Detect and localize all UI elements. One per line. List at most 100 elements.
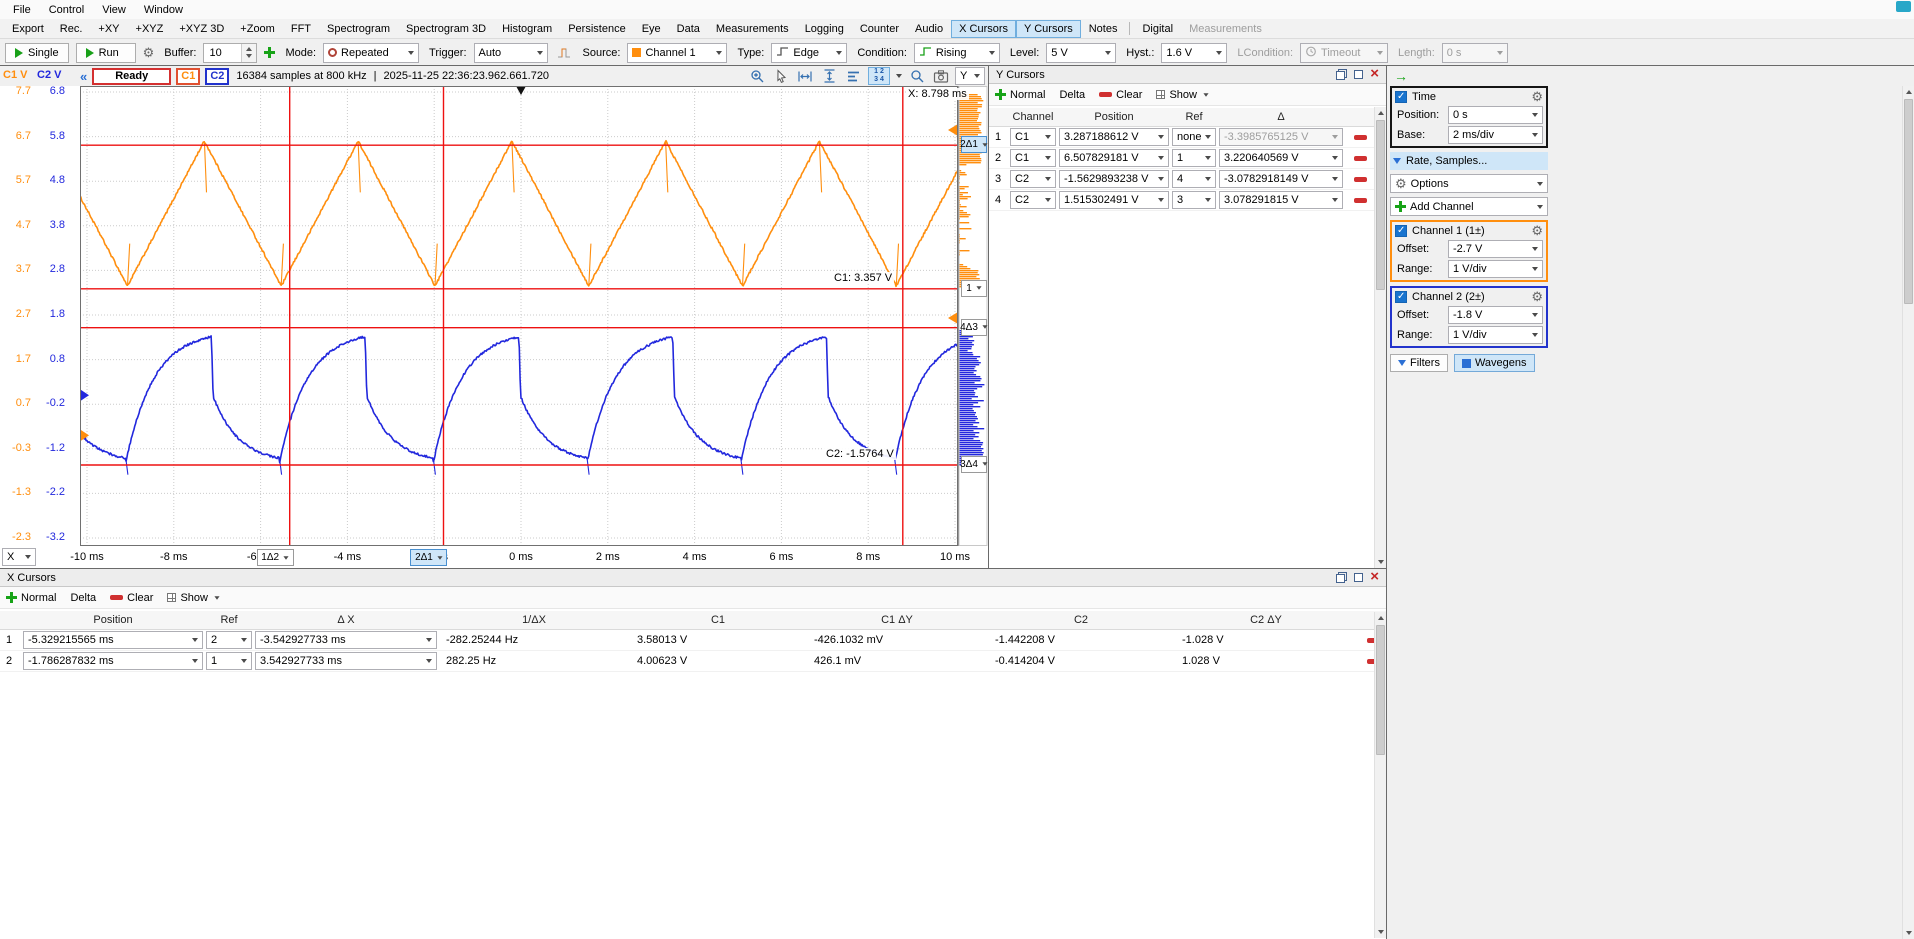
menu-control[interactable]: Control: [40, 2, 93, 18]
mode-select[interactable]: Repeated: [323, 43, 419, 63]
y-cursor-ref-select[interactable]: 1: [1172, 149, 1216, 167]
remove-cursor-button[interactable]: [1354, 156, 1367, 161]
add-normal-x-cursor-button[interactable]: Normal: [6, 592, 56, 604]
source-select[interactable]: Channel 1: [627, 43, 727, 63]
tab-histogram[interactable]: Histogram: [494, 20, 560, 38]
channel2-offset-select[interactable]: -1.8 V: [1448, 306, 1543, 324]
maximize-panel-icon[interactable]: [1354, 70, 1363, 79]
x-cursor-delta-select[interactable]: 3.542927733 ms: [255, 652, 437, 670]
x-cursor-position-select[interactable]: -5.329215565 ms: [23, 631, 203, 649]
view-menu-caret-icon[interactable]: [896, 74, 902, 78]
x-cursor-ref-select[interactable]: 1: [206, 652, 252, 670]
x-axis-select[interactable]: X: [2, 548, 36, 566]
type-select[interactable]: Edge: [771, 43, 847, 63]
tab-counter[interactable]: Counter: [852, 20, 907, 38]
tab-rec[interactable]: Rec.: [52, 20, 91, 38]
zoom-icon[interactable]: [908, 68, 926, 84]
add-instrument-icon[interactable]: [264, 47, 275, 58]
time-position-select[interactable]: 0 s: [1448, 106, 1543, 124]
single-button[interactable]: Single: [5, 43, 69, 63]
x-cursor-tag[interactable]: 1Δ2: [257, 549, 294, 566]
tab-export[interactable]: Export: [4, 20, 52, 38]
x-panel-scrollbar[interactable]: [1374, 612, 1386, 938]
add-normal-y-cursor-button[interactable]: Normal: [995, 89, 1045, 101]
tab-spectrogram[interactable]: Spectrogram: [319, 20, 398, 38]
trigger-select[interactable]: Auto: [474, 43, 548, 63]
y-cursor-position-select[interactable]: 1.515302491 V: [1059, 191, 1169, 209]
tab-measurements[interactable]: Measurements: [708, 20, 797, 38]
clear-y-cursors-button[interactable]: Clear: [1099, 89, 1142, 101]
tab-notes[interactable]: Notes: [1081, 20, 1126, 38]
y-cursor-channel-select[interactable]: C1: [1010, 149, 1056, 167]
time-gear-icon[interactable]: [1531, 90, 1543, 104]
zoom-in-icon[interactable]: [748, 68, 766, 84]
tab-xyz-3d[interactable]: +XYZ 3D: [171, 20, 232, 38]
wavegens-button[interactable]: Wavegens: [1454, 354, 1535, 372]
x-cursor-ref-select[interactable]: 2: [206, 631, 252, 649]
channel2-checkbox[interactable]: [1395, 291, 1407, 303]
forward-arrow-icon[interactable]: [1394, 68, 1408, 84]
tab-fft[interactable]: FFT: [283, 20, 319, 38]
time-base-select[interactable]: 2 ms/div: [1448, 126, 1543, 144]
undock-panel-icon[interactable]: [1336, 69, 1347, 80]
x-cursor-delta-select[interactable]: -3.542927733 ms: [255, 631, 437, 649]
remove-cursor-button[interactable]: [1354, 198, 1367, 203]
add-channel-select[interactable]: Add Channel: [1390, 197, 1548, 216]
channel2-badge[interactable]: C2: [205, 68, 229, 85]
y-panel-scrollbar[interactable]: [1374, 107, 1386, 568]
tab-y-cursors[interactable]: Y Cursors: [1016, 20, 1081, 38]
buffer-spinner[interactable]: 10: [203, 43, 257, 63]
maximize-panel-icon[interactable]: [1354, 573, 1363, 582]
options-select[interactable]: Options: [1390, 174, 1548, 193]
hysteresis-select[interactable]: 1.6 V: [1161, 43, 1227, 63]
pointer-icon[interactable]: [772, 68, 790, 84]
close-panel-icon[interactable]: [1370, 68, 1379, 81]
channel2-range-select[interactable]: 1 V/div: [1448, 326, 1543, 344]
buffer-gear-icon[interactable]: [143, 46, 155, 60]
channel1-range-select[interactable]: 1 V/div: [1448, 260, 1543, 278]
y-cursor-tag[interactable]: 4Δ3: [961, 319, 987, 336]
tab-digital[interactable]: Digital: [1134, 20, 1181, 38]
undock-panel-icon[interactable]: [1336, 572, 1347, 583]
spinner-arrows[interactable]: [241, 44, 256, 62]
add-delta-x-cursor-button[interactable]: Delta: [70, 592, 96, 604]
y-cursor-tag[interactable]: 2Δ1: [961, 136, 987, 153]
y-cursor-ref-select[interactable]: none: [1172, 128, 1216, 146]
fit-width-icon[interactable]: [796, 68, 814, 84]
remove-cursor-button[interactable]: [1354, 135, 1367, 140]
time-checkbox[interactable]: [1395, 91, 1407, 103]
tab-persistence[interactable]: Persistence: [560, 20, 633, 38]
fit-height-icon[interactable]: [820, 68, 838, 84]
y-cursor-delta-select[interactable]: -3.0782918149 V: [1219, 170, 1343, 188]
channel1-checkbox[interactable]: [1395, 225, 1407, 237]
add-delta-y-cursor-button[interactable]: Delta: [1059, 89, 1085, 101]
x-cursor-tag[interactable]: 2Δ1: [410, 549, 447, 566]
tab-x-cursors[interactable]: X Cursors: [951, 20, 1016, 38]
channel1-offset-select[interactable]: -2.7 V: [1448, 240, 1543, 258]
y-cursor-position-select[interactable]: 3.287188612 V: [1059, 128, 1169, 146]
waveform-canvas[interactable]: [80, 86, 988, 546]
tab-logging[interactable]: Logging: [797, 20, 852, 38]
menu-window[interactable]: Window: [135, 2, 192, 18]
tab-xy[interactable]: +XY: [90, 20, 127, 38]
channel1-badge[interactable]: C1: [176, 68, 200, 85]
channel2-gear-icon[interactable]: [1531, 290, 1543, 304]
y-cursor-channel-select[interactable]: C1: [1010, 128, 1056, 146]
tab-zoom[interactable]: +Zoom: [232, 20, 283, 38]
tab-measurements[interactable]: Measurements: [1181, 20, 1270, 38]
y-cursor-delta-select[interactable]: 3.078291815 V: [1219, 191, 1343, 209]
app-corner-icon[interactable]: [1896, 1, 1911, 12]
close-panel-icon[interactable]: [1370, 571, 1379, 584]
y-cursor-delta-select[interactable]: -3.3985765125 V: [1219, 128, 1343, 146]
remove-cursor-button[interactable]: [1354, 177, 1367, 182]
run-button[interactable]: Run: [76, 43, 136, 63]
tab-data[interactable]: Data: [669, 20, 708, 38]
quad-view-icon[interactable]: 1 23 4: [868, 67, 890, 85]
tab-audio[interactable]: Audio: [907, 20, 951, 38]
y-show-menu-button[interactable]: Show: [1156, 89, 1209, 101]
y-cursor-tag[interactable]: 1: [961, 280, 987, 297]
scope-plot[interactable]: X: 8.798 ms C1: 3.357 V C2: -1.5764 V 2Δ…: [80, 86, 988, 546]
y-cursor-tag[interactable]: 3Δ4: [961, 456, 987, 473]
clear-x-cursors-button[interactable]: Clear: [110, 592, 153, 604]
snapshot-icon[interactable]: [932, 68, 950, 84]
